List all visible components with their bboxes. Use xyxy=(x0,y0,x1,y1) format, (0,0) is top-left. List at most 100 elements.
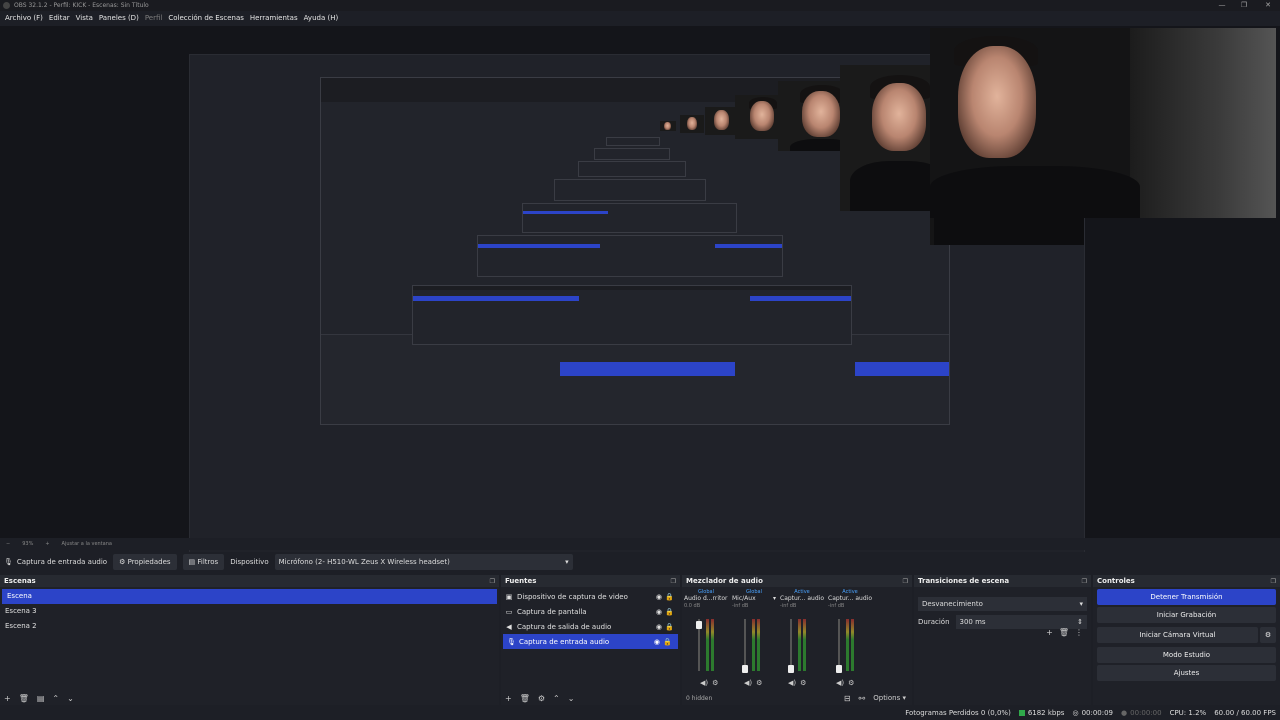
zoom-in-icon[interactable]: + xyxy=(45,541,49,547)
float-icon[interactable]: ❐ xyxy=(1082,578,1087,585)
trash-icon[interactable]: 🗑 xyxy=(19,694,29,703)
monitor-icon: ▭ xyxy=(505,607,513,616)
trash-icon[interactable]: 🗑 xyxy=(1059,628,1069,637)
gear-icon[interactable]: ⚙ xyxy=(538,694,545,703)
add-icon[interactable]: + xyxy=(1046,628,1053,637)
nested-screen-8 xyxy=(606,137,660,146)
eye-icon[interactable]: ◉ xyxy=(656,593,662,601)
gear-icon[interactable]: ⚙ xyxy=(800,679,806,687)
microphone-icon: 🎙 xyxy=(507,637,516,646)
source-item[interactable]: ▣ Dispositivo de captura de video ◉ 🔒 xyxy=(501,589,680,604)
minimize-button[interactable]: — xyxy=(1210,0,1234,11)
properties-button[interactable]: ⚙ Propiedades xyxy=(113,554,177,570)
zoom-bar: − 93% + Ajustar a la ventana xyxy=(0,538,1280,550)
eye-icon[interactable]: ◉ xyxy=(656,608,662,616)
scene-item[interactable]: Escena 3 xyxy=(0,604,499,619)
stop-stream-button[interactable]: Detener Transmisión xyxy=(1097,589,1276,605)
link-icon[interactable]: ⚯ xyxy=(859,694,866,703)
fader-knob[interactable] xyxy=(696,621,702,629)
float-icon[interactable]: ❐ xyxy=(903,578,908,585)
close-button[interactable]: ✕ xyxy=(1256,0,1280,11)
float-icon[interactable]: ❐ xyxy=(490,578,495,585)
move-down-icon[interactable]: ⌄ xyxy=(67,694,74,703)
menu-file[interactable]: Archivo (F) xyxy=(2,14,46,22)
lock-icon[interactable]: 🔒 xyxy=(665,593,674,601)
menu-docks[interactable]: Paneles (D) xyxy=(96,14,142,22)
zoom-level[interactable]: 93% xyxy=(22,541,33,547)
move-up-icon[interactable]: ⌃ xyxy=(553,694,560,703)
lock-icon[interactable]: 🔒 xyxy=(663,638,672,646)
lock-icon[interactable]: 🔒 xyxy=(665,608,674,616)
selected-source: 🎙 Captura de entrada audio xyxy=(4,558,107,566)
start-recording-button[interactable]: Iniciar Grabación xyxy=(1097,607,1276,623)
float-icon[interactable]: ❐ xyxy=(1271,578,1276,585)
chevron-down-icon[interactable]: ▾ xyxy=(773,595,776,603)
fit-to-window[interactable]: Ajustar a la ventana xyxy=(62,541,112,547)
menu-help[interactable]: Ayuda (H) xyxy=(301,14,342,22)
lock-icon[interactable]: 🔒 xyxy=(665,623,674,631)
float-icon[interactable]: ❐ xyxy=(671,578,676,585)
title-bar: OBS 32.1.2 - Perfil: KICK - Escenas: Sin… xyxy=(0,0,1280,11)
fader-knob[interactable] xyxy=(836,665,842,673)
menu-bar: Archivo (F) Editar Vista Paneles (D) Per… xyxy=(0,11,1280,25)
gear-icon[interactable]: ⚙ xyxy=(712,679,718,687)
virtual-camera-button[interactable]: Iniciar Cámara Virtual xyxy=(1097,627,1258,643)
source-item[interactable]: ◀ Captura de salida de audio ◉ 🔒 xyxy=(501,619,680,634)
volume-fader[interactable] xyxy=(790,619,792,671)
gear-icon[interactable]: ⚙ xyxy=(756,679,762,687)
add-icon[interactable]: + xyxy=(4,694,11,703)
transitions-title: Transiciones de escena xyxy=(918,577,1010,585)
filters-button[interactable]: ▤ Filtros xyxy=(182,554,225,570)
nested-screen-7 xyxy=(594,148,670,160)
menu-profile[interactable]: Perfil xyxy=(142,14,166,22)
gear-icon: ⚙ xyxy=(119,558,128,566)
source-item[interactable]: ▭ Captura de pantalla ◉ 🔒 xyxy=(501,604,680,619)
transitions-dock: Transiciones de escena ❐ Desvanecimiento … xyxy=(914,575,1091,705)
menu-tools[interactable]: Herramientas xyxy=(247,14,301,22)
source-label: Dispositivo de captura de video xyxy=(517,592,628,601)
audio-mixer-dock: Mezclador de audio ❐ Global Audio d...rri… xyxy=(682,575,912,705)
fader-knob[interactable] xyxy=(742,665,748,673)
zoom-out-icon[interactable]: − xyxy=(6,541,10,547)
studio-mode-button[interactable]: Modo Estudio xyxy=(1097,647,1276,663)
level-meter xyxy=(803,619,806,671)
duration-input[interactable]: 300 ms ⇕ xyxy=(955,615,1087,629)
speaker-icon[interactable]: ◀) xyxy=(700,679,708,687)
nested-screen-4 xyxy=(522,203,737,233)
move-up-icon[interactable]: ⌃ xyxy=(52,694,59,703)
menu-edit[interactable]: Editar xyxy=(46,14,73,22)
level-meter xyxy=(706,619,709,671)
options-button[interactable]: Options ▾ xyxy=(873,694,906,702)
more-icon[interactable]: ⋮ xyxy=(1075,628,1083,637)
fader-knob[interactable] xyxy=(788,665,794,673)
trash-icon[interactable]: 🗑 xyxy=(520,694,530,703)
volume-fader[interactable] xyxy=(744,619,746,671)
menu-view[interactable]: Vista xyxy=(73,14,96,22)
scene-item[interactable]: Escena 2 xyxy=(0,619,499,634)
maximize-button[interactable]: ❐ xyxy=(1232,0,1256,11)
settings-button[interactable]: Ajustes xyxy=(1097,665,1276,681)
chevron-down-icon: ▾ xyxy=(1079,600,1083,608)
eye-icon[interactable]: ◉ xyxy=(656,623,662,631)
filter-icon[interactable]: ▤ xyxy=(37,694,45,703)
sources-title: Fuentes xyxy=(505,577,537,585)
menu-scene-collection[interactable]: Colección de Escenas xyxy=(165,14,247,22)
device-select[interactable]: Micrófono (2- H510-WL Zeus X Wireless he… xyxy=(274,554,573,570)
speaker-icon[interactable]: ◀) xyxy=(744,679,752,687)
status-bar: Fotogramas Perdidos 0 (0,0%) 6182 kbps ◎… xyxy=(0,706,1280,720)
layout-icon[interactable]: ⊟ xyxy=(844,694,851,703)
add-icon[interactable]: + xyxy=(505,694,512,703)
preview-area[interactable] xyxy=(0,26,1280,562)
spinner-icon[interactable]: ⇕ xyxy=(1077,615,1083,629)
record-time: 00:00:00 xyxy=(1130,709,1162,717)
move-down-icon[interactable]: ⌄ xyxy=(568,694,575,703)
speaker-icon[interactable]: ◀) xyxy=(836,679,844,687)
volume-fader[interactable] xyxy=(838,619,840,671)
transition-select[interactable]: Desvanecimiento ▾ xyxy=(918,597,1087,611)
speaker-icon[interactable]: ◀) xyxy=(788,679,796,687)
gear-icon[interactable]: ⚙ xyxy=(848,679,854,687)
virtual-camera-settings-button[interactable]: ⚙ xyxy=(1260,627,1276,643)
eye-icon[interactable]: ◉ xyxy=(654,638,660,646)
source-item[interactable]: 🎙 Captura de entrada audio ◉ 🔒 xyxy=(503,634,678,649)
scene-item[interactable]: Escena xyxy=(2,589,497,604)
